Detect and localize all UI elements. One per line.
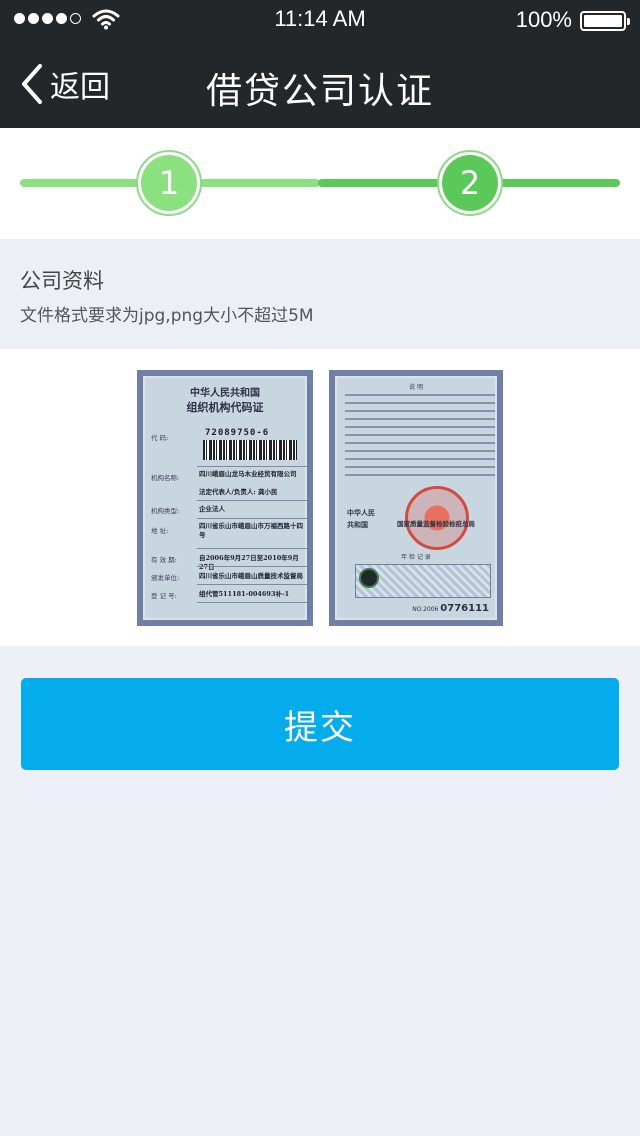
cert-validity-value: 自2006年9月27日至2010年9月27日 [199, 554, 299, 571]
certificate-back: 说 明 中华人民 共和国 国家质量监督检验检疫总局 年 检 记 录 NO.200… [329, 370, 503, 626]
submit-button[interactable]: 提交 [21, 678, 619, 770]
step-1-label: 1 [141, 155, 197, 211]
cert-title-line1: 中华人民共和国 [190, 388, 260, 399]
cert-title-line2: 组织机构代码证 [186, 401, 264, 414]
cert-authority: 国家质量监督检验检疫总局 [397, 520, 475, 528]
cert-legal-rep: 法定代表人/负责人: 龚小民 [199, 488, 278, 496]
cert-annual-label: 年 检 记 录 [401, 554, 431, 561]
cert-type-label: 机构类型: [151, 507, 180, 515]
page-title: 借贷公司认证 [205, 71, 434, 112]
cert-back-label-1: 中华人民 [347, 508, 375, 517]
step-2-indicator: 2 [437, 150, 503, 216]
cert-back-heading: 说 明 [409, 384, 423, 391]
step-progress: 1 2 [0, 128, 640, 239]
cert-validity-label: 有 效 期: [151, 556, 177, 564]
cert-org-value: 四川峨眉山龙马木业经贸有限公司 [199, 470, 297, 478]
company-info-section: 公司资料 文件格式要求为jpg,png大小不超过5M [0, 239, 640, 349]
navigation-bar: 返回 借贷公司认证 [0, 40, 640, 128]
step-1-indicator: 1 [136, 150, 202, 216]
step-2-label: 2 [442, 155, 498, 211]
status-bar: 11:14 AM 100% [0, 0, 640, 40]
cert-type-value: 企业法人 [199, 505, 225, 513]
cert-code-label: 代 码: [151, 434, 169, 442]
file-format-hint: 文件格式要求为jpg,png大小不超过5M [20, 306, 314, 326]
cert-code: 72089750-6 [205, 428, 270, 438]
barcode [203, 440, 297, 460]
hologram-seal [359, 568, 379, 588]
section-heading: 公司资料 [20, 269, 104, 293]
cert-reg-value: 组代管511181-004693补-1 [199, 590, 290, 598]
cert-address-label: 地 址: [151, 527, 169, 535]
upload-panel: 中华人民共和国 组织机构代码证 代 码: 72089750-6 机构名称: 四川… [0, 349, 640, 646]
certificate-front: 中华人民共和国 组织机构代码证 代 码: 72089750-6 机构名称: 四川… [137, 370, 313, 626]
cert-address-value: 四川省乐山市峨眉山市万福西路十四号 [199, 522, 303, 539]
battery-icon [580, 11, 630, 31]
cert-reg-label: 登 记 号: [151, 592, 177, 600]
certificate-photo[interactable]: 中华人民共和国 组织机构代码证 代 码: 72089750-6 机构名称: 四川… [135, 368, 505, 630]
cert-org-label: 机构名称: [151, 474, 180, 482]
cert-serial: NO.2006 0776111 [412, 603, 489, 614]
cert-issuer-value: 四川省乐山市峨眉山质量技术监督局 [199, 572, 303, 580]
battery-percent: 100% [515, 7, 572, 32]
cert-back-label-2: 共和国 [347, 520, 368, 529]
cert-issuer-label: 颁发单位: [151, 574, 180, 582]
